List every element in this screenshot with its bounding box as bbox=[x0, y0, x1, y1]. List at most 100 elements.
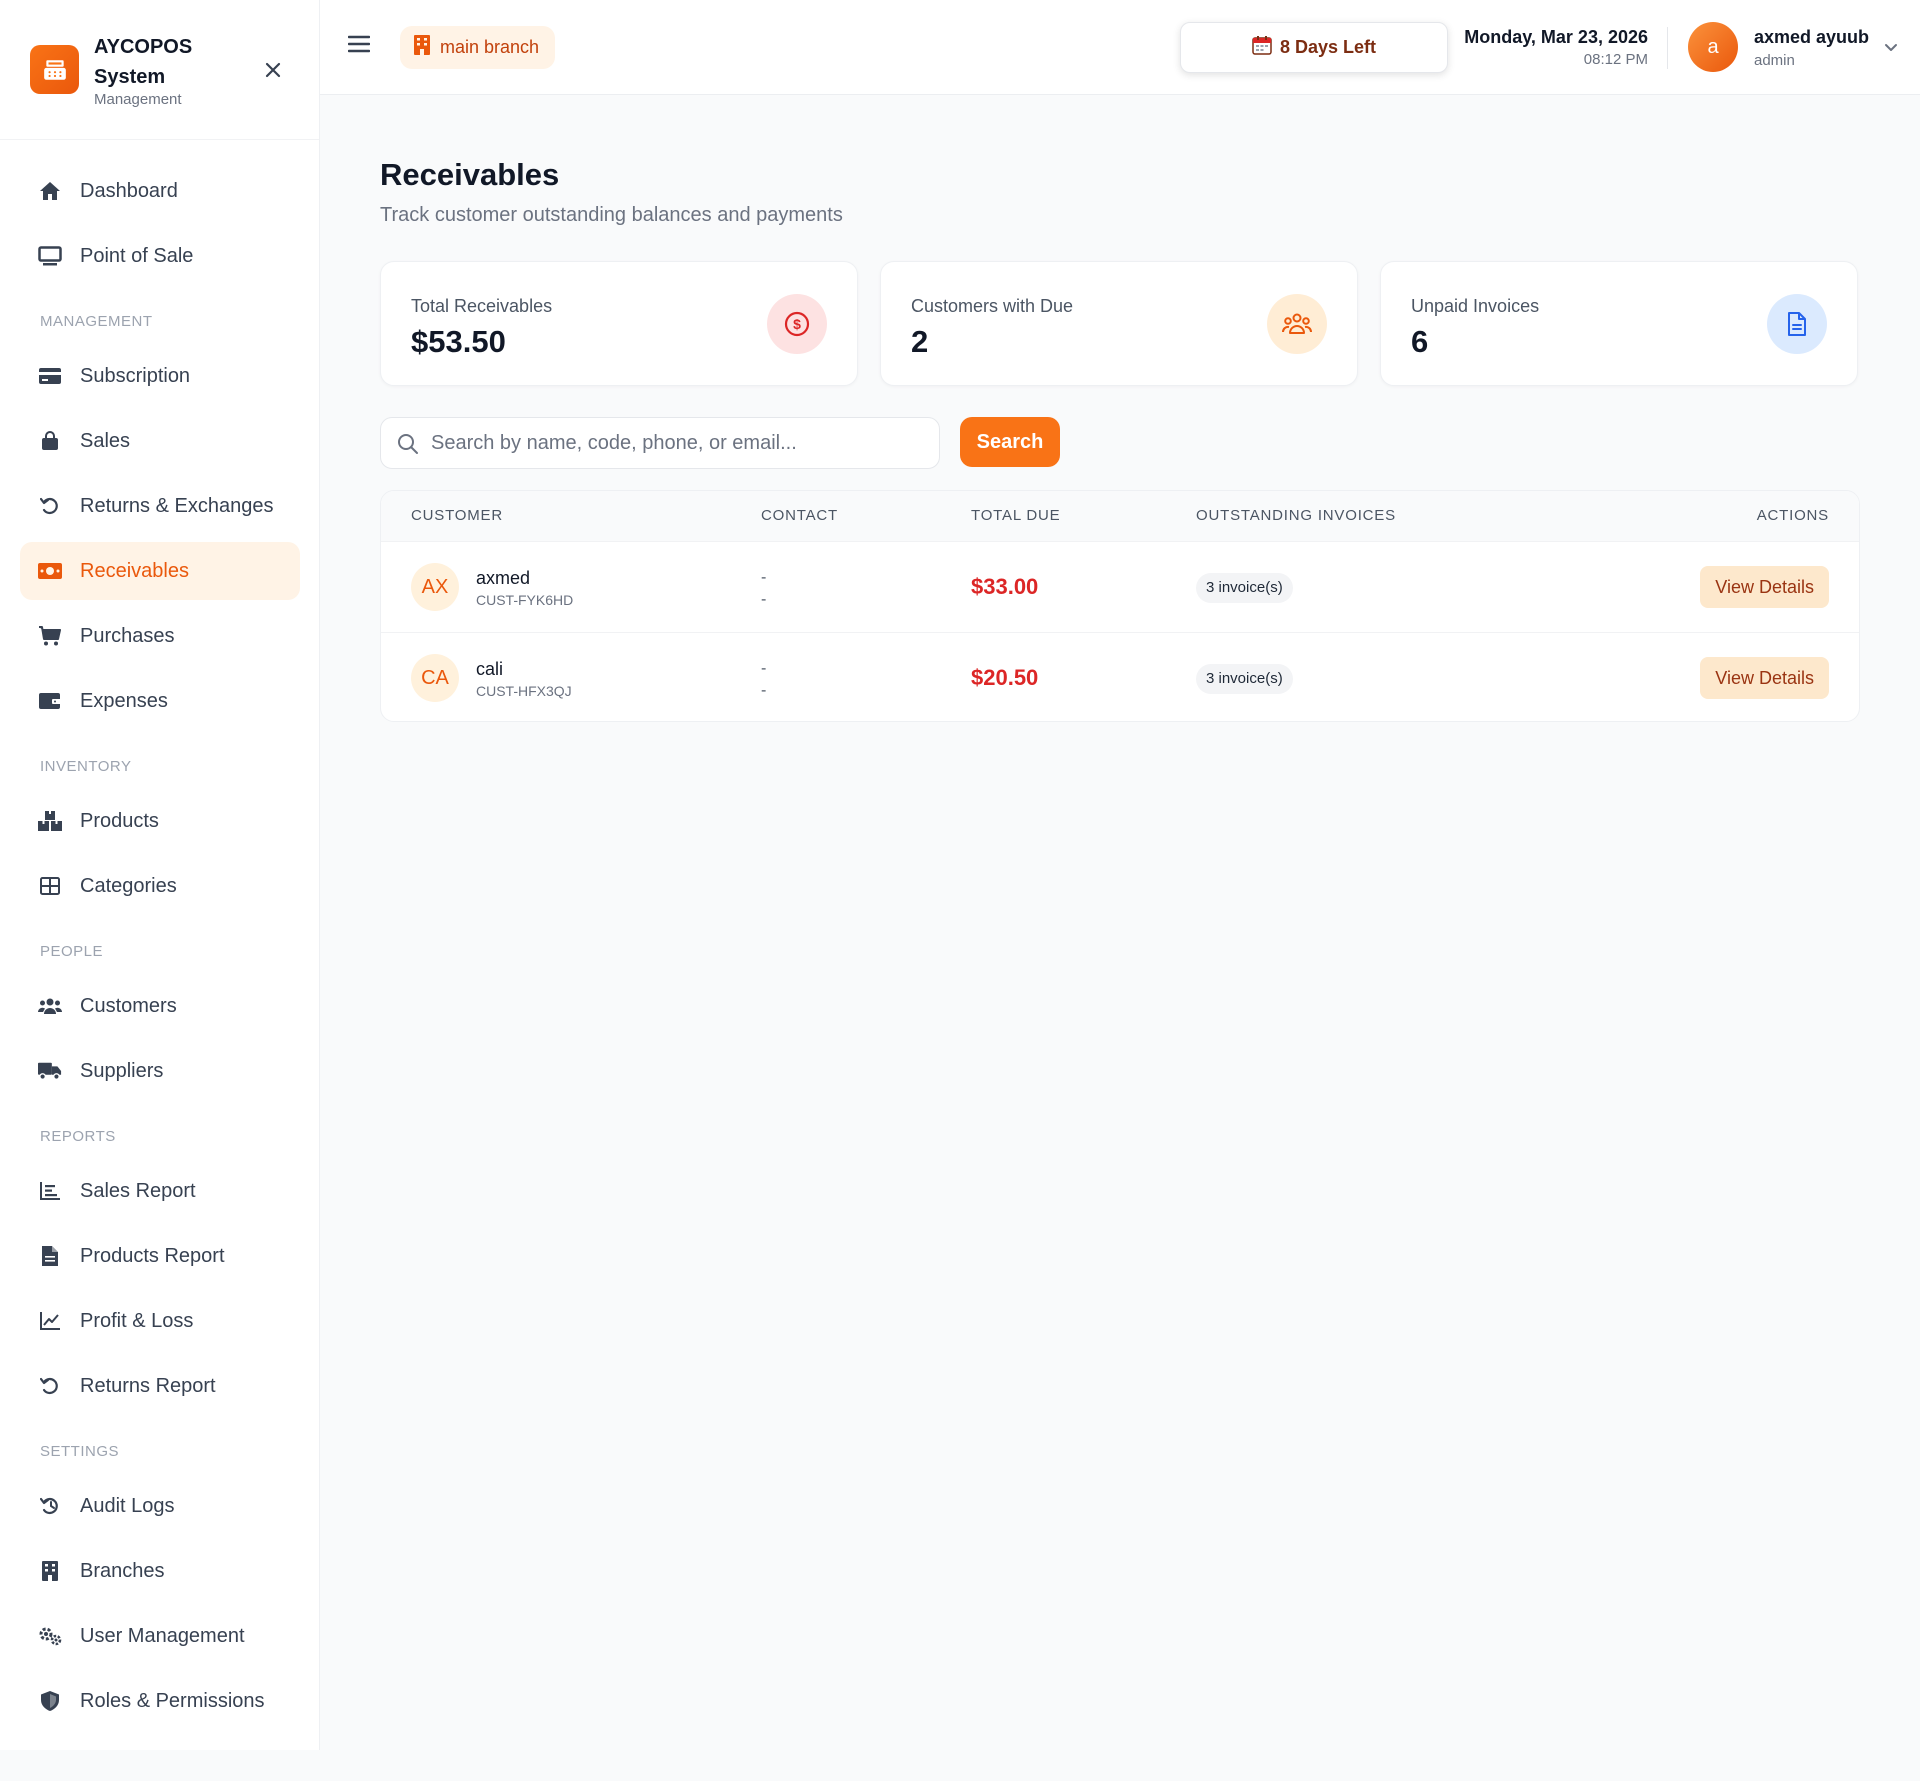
contact-email: - bbox=[761, 682, 767, 699]
gears-icon bbox=[38, 1626, 62, 1646]
sidebar-item-label: Expenses bbox=[80, 689, 168, 712]
user-menu[interactable]: a axmed ayuub admin bbox=[1688, 22, 1908, 74]
invoice-count-badge: 3 invoice(s) bbox=[1196, 664, 1293, 694]
boxes-icon bbox=[38, 811, 62, 831]
nav-section-inventory: INVENTORY bbox=[40, 758, 132, 775]
total-due: $20.50 bbox=[971, 665, 1039, 690]
stat-value: 6 bbox=[1411, 324, 1429, 359]
sidebar-item-label: Roles & Permissions bbox=[80, 1689, 265, 1712]
search-input[interactable] bbox=[431, 418, 931, 468]
sidebar-item-categories[interactable]: Categories bbox=[20, 857, 300, 915]
sidebar-item-purchases[interactable]: Purchases bbox=[20, 607, 300, 665]
customer-code: CUST-FYK6HD bbox=[476, 592, 574, 608]
column-header-outstanding-invoices: OUTSTANDING INVOICES bbox=[1196, 491, 1396, 541]
sidebar-item-products-report[interactable]: Products Report bbox=[20, 1227, 300, 1285]
sidebar-item-profit-loss[interactable]: Profit & Loss bbox=[20, 1292, 300, 1350]
sidebar-item-label: Receivables bbox=[80, 559, 189, 582]
file-icon bbox=[38, 1246, 62, 1266]
subscription-days-left[interactable]: 8 Days Left bbox=[1180, 22, 1448, 73]
customer-name: cali bbox=[476, 659, 504, 679]
undo-icon bbox=[38, 496, 62, 516]
shopping-bag-icon bbox=[38, 431, 62, 451]
sidebar-item-label: Returns & Exchanges bbox=[80, 494, 274, 517]
history-icon bbox=[38, 1496, 62, 1516]
grid-icon bbox=[38, 876, 62, 896]
stat-value: $53.50 bbox=[411, 324, 506, 359]
total-due: $33.00 bbox=[971, 574, 1039, 599]
contact-phone: - bbox=[761, 660, 767, 677]
sidebar-item-label: Categories bbox=[80, 874, 177, 897]
sidebar-item-user-management[interactable]: User Management bbox=[20, 1607, 300, 1665]
stat-card-unpaid-invoices: Unpaid Invoices 6 bbox=[1380, 261, 1858, 386]
stat-value: 2 bbox=[911, 324, 929, 359]
close-sidebar-button[interactable] bbox=[258, 55, 288, 85]
branch-selector[interactable]: main branch bbox=[400, 26, 556, 69]
sidebar-item-label: Products Report bbox=[80, 1244, 225, 1267]
customer-name: axmed bbox=[476, 568, 531, 588]
sidebar-item-expenses[interactable]: Expenses bbox=[20, 672, 300, 730]
chevron-down-icon bbox=[1885, 44, 1897, 51]
truck-icon bbox=[38, 1061, 62, 1081]
current-time: 08:12 PM bbox=[1583, 51, 1648, 68]
user-name: axmed ayuub bbox=[1754, 27, 1870, 47]
users-icon bbox=[1267, 294, 1327, 354]
brand-name: AYCOPOS System bbox=[94, 36, 193, 88]
nav-section-people: PEOPLE bbox=[40, 943, 104, 960]
sidebar-item-products[interactable]: Products bbox=[20, 792, 300, 850]
sidebar-item-label: Purchases bbox=[80, 624, 175, 647]
sidebar-item-label: Returns Report bbox=[80, 1374, 216, 1397]
view-details-button[interactable]: View Details bbox=[1700, 657, 1829, 699]
sidebar-item-point-of-sale[interactable]: Point of Sale bbox=[20, 227, 300, 285]
shield-icon bbox=[38, 1691, 62, 1711]
calendar-icon bbox=[1252, 35, 1272, 60]
sidebar-item-returns-report[interactable]: Returns Report bbox=[20, 1357, 300, 1415]
avatar: a bbox=[1688, 22, 1738, 72]
sidebar-item-audit-logs[interactable]: Audit Logs bbox=[20, 1477, 300, 1535]
customer-code: CUST-HFX3QJ bbox=[476, 683, 572, 699]
sidebar-item-sales-report[interactable]: Sales Report bbox=[20, 1162, 300, 1220]
sidebar-item-customers[interactable]: Customers bbox=[20, 977, 300, 1035]
stat-label: Customers with Due bbox=[911, 296, 1074, 316]
customer-avatar: CA bbox=[411, 654, 459, 702]
sidebar-item-sales[interactable]: Sales bbox=[20, 412, 300, 470]
current-date: Monday, Mar 23, 2026 bbox=[1464, 27, 1648, 47]
sidebar-item-label: Profit & Loss bbox=[80, 1309, 194, 1332]
topbar: main branch 8 Days Left Monday, Mar 23, … bbox=[320, 0, 1920, 95]
monitor-icon bbox=[38, 246, 62, 266]
nav-section-settings: SETTINGS bbox=[40, 1443, 120, 1460]
brand: AYCOPOS System Management bbox=[0, 0, 319, 140]
sidebar-item-label: Branches bbox=[80, 1559, 165, 1582]
credit-card-icon bbox=[38, 366, 62, 386]
column-header-total-due: TOTAL DUE bbox=[971, 491, 1061, 541]
sidebar-item-receivables[interactable]: Receivables bbox=[20, 542, 300, 600]
building-icon bbox=[414, 35, 430, 60]
menu-toggle-button[interactable] bbox=[347, 34, 374, 60]
sidebar-item-label: User Management bbox=[80, 1624, 245, 1647]
sidebar-item-suppliers[interactable]: Suppliers bbox=[20, 1042, 300, 1100]
view-details-button[interactable]: View Details bbox=[1700, 566, 1829, 608]
sidebar-item-label: Subscription bbox=[80, 364, 191, 387]
sidebar-item-label: Sales Report bbox=[80, 1179, 196, 1202]
search-field[interactable] bbox=[380, 417, 940, 469]
users-icon bbox=[38, 996, 62, 1016]
search-button[interactable]: Search bbox=[960, 417, 1060, 467]
sidebar-item-roles-permissions[interactable]: Roles & Permissions bbox=[20, 1672, 300, 1730]
hamburger-icon bbox=[347, 35, 371, 53]
sidebar-item-label: Products bbox=[80, 809, 159, 832]
invoice-count-badge: 3 invoice(s) bbox=[1196, 573, 1293, 603]
sidebar-item-dashboard[interactable]: Dashboard bbox=[20, 162, 300, 220]
receivables-table: CUSTOMER CONTACT TOTAL DUE OUTSTANDING I… bbox=[380, 490, 1860, 722]
sidebar-item-label: Dashboard bbox=[80, 179, 178, 202]
page-subtitle: Track customer outstanding balances and … bbox=[380, 204, 843, 226]
page-title: Receivables bbox=[380, 157, 560, 192]
wallet-icon bbox=[38, 691, 62, 711]
stat-card-customers-with-due: Customers with Due 2 bbox=[880, 261, 1358, 386]
branch-name: main branch bbox=[440, 37, 540, 57]
undo-icon bbox=[38, 1376, 62, 1396]
sidebar-item-subscription[interactable]: Subscription bbox=[20, 347, 300, 405]
sidebar-item-branches[interactable]: Branches bbox=[20, 1542, 300, 1600]
sidebar: AYCOPOS System Management Dashboard Poin… bbox=[0, 0, 320, 1750]
dollar-circle-icon: $ bbox=[767, 294, 827, 354]
sidebar-item-returns-exchanges[interactable]: Returns & Exchanges bbox=[20, 477, 300, 535]
contact-email: - bbox=[761, 591, 767, 608]
